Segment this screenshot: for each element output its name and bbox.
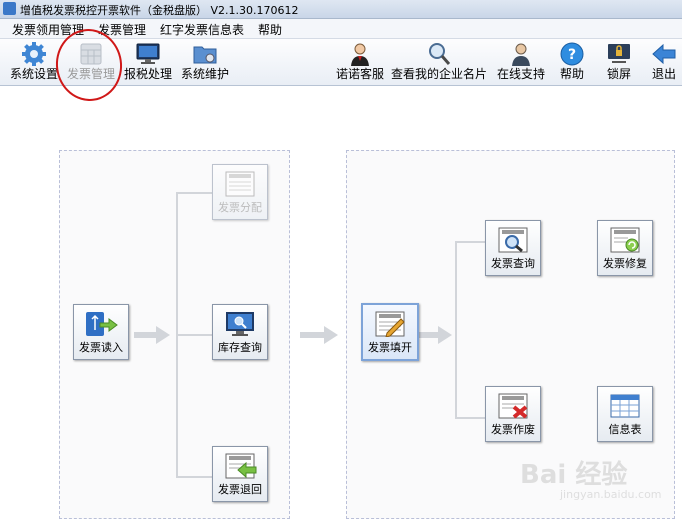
node-label: 发票读入 [79, 341, 123, 354]
view-company-card-button[interactable]: 查看我的企业名片 [390, 39, 488, 85]
node-label: 发票查询 [491, 257, 535, 270]
lock-screen-button[interactable]: 锁屏 [600, 39, 638, 85]
toolbar-label: 系统设置 [9, 67, 58, 81]
agent-icon [351, 43, 369, 66]
invoice-search-icon [498, 227, 528, 253]
table-icon [610, 394, 640, 418]
system-settings-button[interactable]: 系统设置 [6, 39, 62, 85]
node-label: 发票作废 [491, 423, 535, 436]
window-title: 增值税发票税控开票软件（金税盘版） V2.1.30.170612 [20, 4, 299, 17]
exit-arrow-icon [652, 43, 676, 65]
gear-icon [22, 42, 46, 66]
flow-connector [176, 476, 212, 478]
monitor-search-icon [226, 312, 254, 336]
invoice-distribute-node[interactable]: 发票分配 [212, 164, 268, 220]
menu-red-invoice-info[interactable]: 红字发票信息表 [160, 21, 244, 38]
flow-connector [455, 241, 457, 419]
toolbar-label: 系统维护 [180, 67, 229, 81]
toolbar-label: 退出 [651, 67, 676, 81]
flow-connector [455, 417, 487, 419]
folder-gear-icon [193, 46, 217, 64]
invoice-repair-icon [610, 227, 640, 253]
flow-arrow-icon [300, 326, 338, 344]
lock-screen-icon [608, 44, 630, 63]
online-support-button[interactable]: 在线支持 [494, 39, 548, 85]
tax-processing-button[interactable]: 报税处理 [122, 39, 174, 85]
flow-connector [455, 241, 487, 243]
customer-service-button[interactable]: 诺诺客服 [334, 39, 386, 85]
flow-connector [176, 334, 212, 336]
watermark-url: jingyan.baidu.com [560, 488, 662, 501]
node-label: 发票分配 [218, 201, 262, 214]
support-person-icon [512, 43, 530, 66]
node-label: 发票填开 [368, 341, 412, 354]
toolbar-label: 锁屏 [606, 67, 631, 81]
flow-arrow-icon [134, 326, 170, 344]
exit-button[interactable]: 退出 [646, 39, 682, 85]
toolbar-label: 在线支持 [496, 67, 545, 81]
invoice-issue-node[interactable]: 发票填开 [361, 303, 419, 361]
toolbar-label: 报税处理 [123, 67, 172, 81]
baidu-watermark: Bai 经验 jingyan.baidu.com [520, 450, 680, 505]
monitor-icon [136, 43, 160, 64]
help-icon: ? [560, 42, 584, 66]
magnifier-icon [429, 43, 451, 65]
info-table-node[interactable]: 信息表 [597, 386, 653, 442]
invoice-import-node[interactable]: 发票读入 [73, 304, 129, 360]
invoice-repair-node[interactable]: 发票修复 [597, 220, 653, 276]
watermark-brand: Bai 经验 [520, 460, 628, 490]
node-label: 发票退回 [218, 483, 262, 496]
toolbar-label: 查看我的企业名片 [390, 67, 487, 81]
invoice-void-icon [498, 393, 528, 419]
invoice-distribute-icon [225, 171, 255, 197]
node-label: 库存查询 [218, 341, 262, 354]
menu-help[interactable]: 帮助 [258, 21, 282, 38]
invoice-query-node[interactable]: 发票查询 [485, 220, 541, 276]
usb-import-icon [86, 312, 118, 336]
help-button[interactable]: ? 帮助 [554, 39, 590, 85]
node-label: 发票修复 [603, 257, 647, 270]
flow-connector [176, 192, 212, 194]
node-label: 信息表 [608, 423, 642, 436]
invoice-return-icon [225, 453, 257, 479]
inventory-query-node[interactable]: 库存查询 [212, 304, 268, 360]
svg-text:?: ? [568, 47, 576, 63]
title-bar: 增值税发票税控开票软件（金税盘版） V2.1.30.170612 [0, 0, 682, 19]
toolbar-label: 诺诺客服 [335, 67, 384, 81]
app-icon [3, 2, 16, 15]
invoice-return-node[interactable]: 发票退回 [212, 446, 268, 502]
toolbar-label: 帮助 [559, 67, 584, 81]
system-maintenance-button[interactable]: 系统维护 [178, 39, 232, 85]
invoice-write-icon [375, 311, 405, 337]
invoice-void-node[interactable]: 发票作废 [485, 386, 541, 442]
